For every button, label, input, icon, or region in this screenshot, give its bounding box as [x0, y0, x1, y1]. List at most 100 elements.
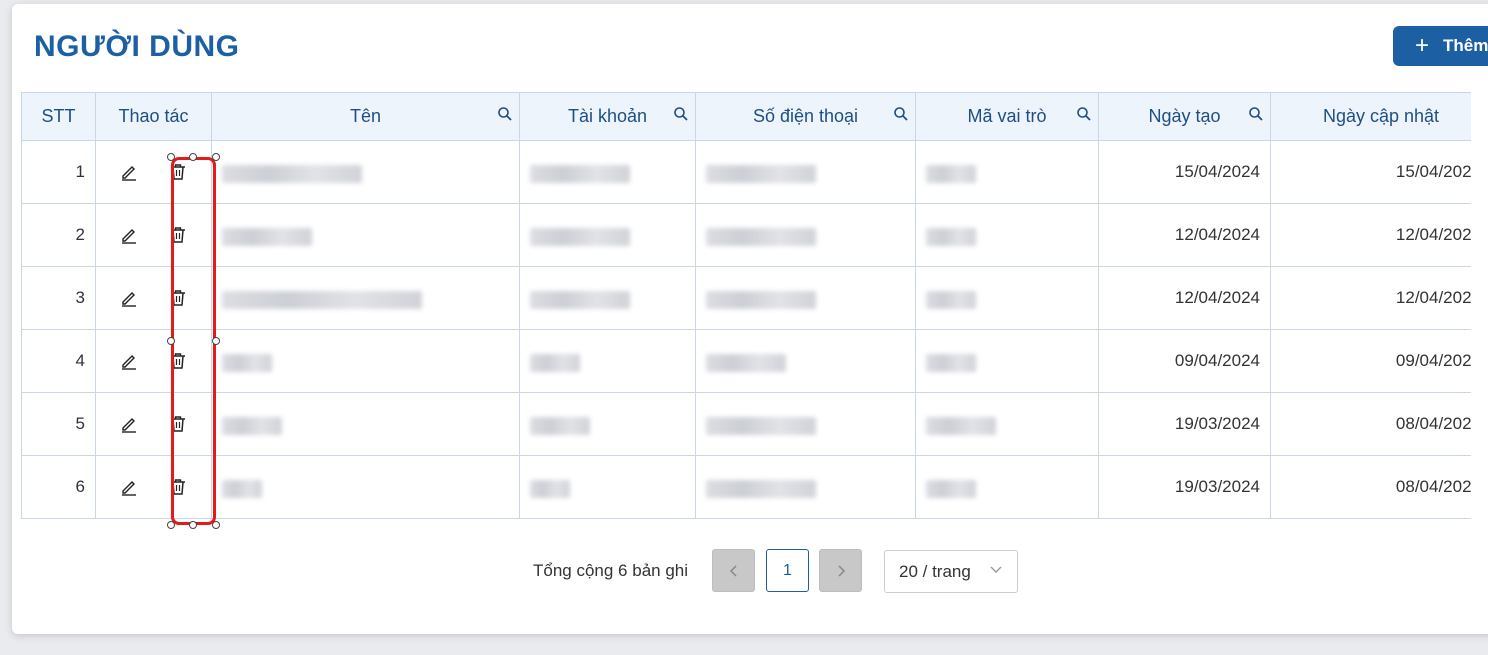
redacted-text [706, 480, 816, 498]
redacted-text [530, 291, 630, 309]
total-records: Tổng cộng 6 bản ghi [533, 561, 689, 580]
selection-handle[interactable] [189, 521, 197, 529]
redacted-text [926, 165, 976, 183]
row-name-redacted [211, 455, 520, 519]
redacted-text [706, 165, 816, 183]
row-role-redacted [915, 455, 1099, 519]
row-created-date: 19/03/2024 [1098, 392, 1271, 456]
row-stt: 6 [21, 455, 96, 519]
row-name-redacted [211, 266, 520, 330]
prev-page-button[interactable] [712, 549, 755, 592]
row-name-redacted [211, 329, 520, 393]
redacted-text [222, 165, 362, 183]
column-header-updated: Ngày cập nhật [1270, 92, 1471, 141]
row-role-redacted [915, 329, 1099, 393]
selection-handle[interactable] [212, 153, 220, 161]
redacted-text [530, 354, 580, 372]
page-1-button[interactable]: 1 [766, 549, 809, 592]
row-updated-date: 12/04/2024 [1270, 203, 1471, 267]
column-header-role-code: Mã vai trò [915, 92, 1099, 141]
redacted-text [706, 417, 816, 435]
redacted-text [222, 291, 422, 309]
selection-handle[interactable] [167, 153, 175, 161]
redacted-text [926, 291, 976, 309]
row-account-redacted [519, 455, 696, 519]
chevron-down-icon [990, 566, 1002, 573]
redacted-text [530, 165, 630, 183]
row-updated-date: 08/04/2024 [1270, 455, 1471, 519]
chevron-left-icon [729, 564, 737, 577]
redacted-text [222, 228, 312, 246]
redacted-text [926, 228, 976, 246]
redacted-text [706, 291, 816, 309]
edit-icon[interactable] [119, 351, 139, 371]
row-created-date: 12/04/2024 [1098, 266, 1271, 330]
add-button-label: Thêm [1443, 36, 1488, 55]
row-stt: 3 [21, 266, 96, 330]
edit-icon[interactable] [119, 288, 139, 308]
row-stt: 4 [21, 329, 96, 393]
row-stt: 2 [21, 203, 96, 267]
row-account-redacted [519, 392, 696, 456]
selection-handle[interactable] [212, 521, 220, 529]
redacted-text [222, 480, 262, 498]
table-row: 5 19/03/202408/04/2024 [21, 392, 1471, 456]
users-table-wrapper: STT Thao tác Tên Tài khoản Số điện thoại… [21, 92, 1471, 524]
add-user-button[interactable]: + Thêm [1393, 26, 1488, 66]
column-header-account: Tài khoản [519, 92, 696, 141]
page-size-value: 20 / trang [899, 561, 971, 581]
page-title: NGƯỜI DÙNG [34, 30, 240, 63]
row-stt: 5 [21, 392, 96, 456]
redacted-text [530, 417, 590, 435]
search-icon[interactable] [893, 106, 909, 122]
search-icon[interactable] [497, 106, 513, 122]
row-created-date: 15/04/2024 [1098, 140, 1271, 204]
redacted-text [926, 417, 996, 435]
row-role-redacted [915, 266, 1099, 330]
selection-handle[interactable] [189, 153, 197, 161]
chevron-right-icon [837, 564, 845, 577]
edit-icon[interactable] [119, 162, 139, 182]
delete-column-highlight [171, 157, 216, 525]
edit-icon[interactable] [119, 477, 139, 497]
row-account-redacted [519, 203, 696, 267]
table-header-row: STT Thao tác Tên Tài khoản Số điện thoại… [21, 92, 1471, 141]
row-created-date: 19/03/2024 [1098, 455, 1271, 519]
row-name-redacted [211, 203, 520, 267]
page-size-select[interactable]: 20 / trang [884, 550, 1018, 593]
row-phone-redacted [695, 455, 916, 519]
table-row: 1 15/04/202415/04/2024 [21, 140, 1471, 204]
row-role-redacted [915, 140, 1099, 204]
selection-handle[interactable] [212, 337, 220, 345]
row-phone-redacted [695, 329, 916, 393]
column-header-name: Tên [211, 92, 520, 141]
row-role-redacted [915, 392, 1099, 456]
column-header-phone: Số điện thoại [695, 92, 916, 141]
row-account-redacted [519, 329, 696, 393]
redacted-text [222, 417, 282, 435]
plus-icon: + [1415, 32, 1430, 59]
row-account-redacted [519, 140, 696, 204]
users-table: STT Thao tác Tên Tài khoản Số điện thoại… [21, 92, 1471, 519]
redacted-text [926, 354, 976, 372]
redacted-text [530, 228, 630, 246]
row-account-redacted [519, 266, 696, 330]
edit-icon[interactable] [119, 414, 139, 434]
redacted-text [530, 480, 570, 498]
pagination: Tổng cộng 6 bản ghi 1 20 / trang [0, 549, 1488, 593]
next-page-button[interactable] [819, 549, 862, 592]
search-icon[interactable] [673, 106, 689, 122]
row-updated-date: 12/04/2024 [1270, 266, 1471, 330]
row-updated-date: 09/04/2024 [1270, 329, 1471, 393]
row-phone-redacted [695, 392, 916, 456]
row-phone-redacted [695, 203, 916, 267]
search-icon[interactable] [1076, 106, 1092, 122]
redacted-text [706, 354, 786, 372]
search-icon[interactable] [1248, 106, 1264, 122]
column-header-stt: STT [21, 92, 96, 141]
redacted-text [222, 354, 272, 372]
selection-handle[interactable] [167, 521, 175, 529]
selection-handle[interactable] [167, 337, 175, 345]
table-row: 6 19/03/202408/04/2024 [21, 455, 1471, 519]
edit-icon[interactable] [119, 225, 139, 245]
